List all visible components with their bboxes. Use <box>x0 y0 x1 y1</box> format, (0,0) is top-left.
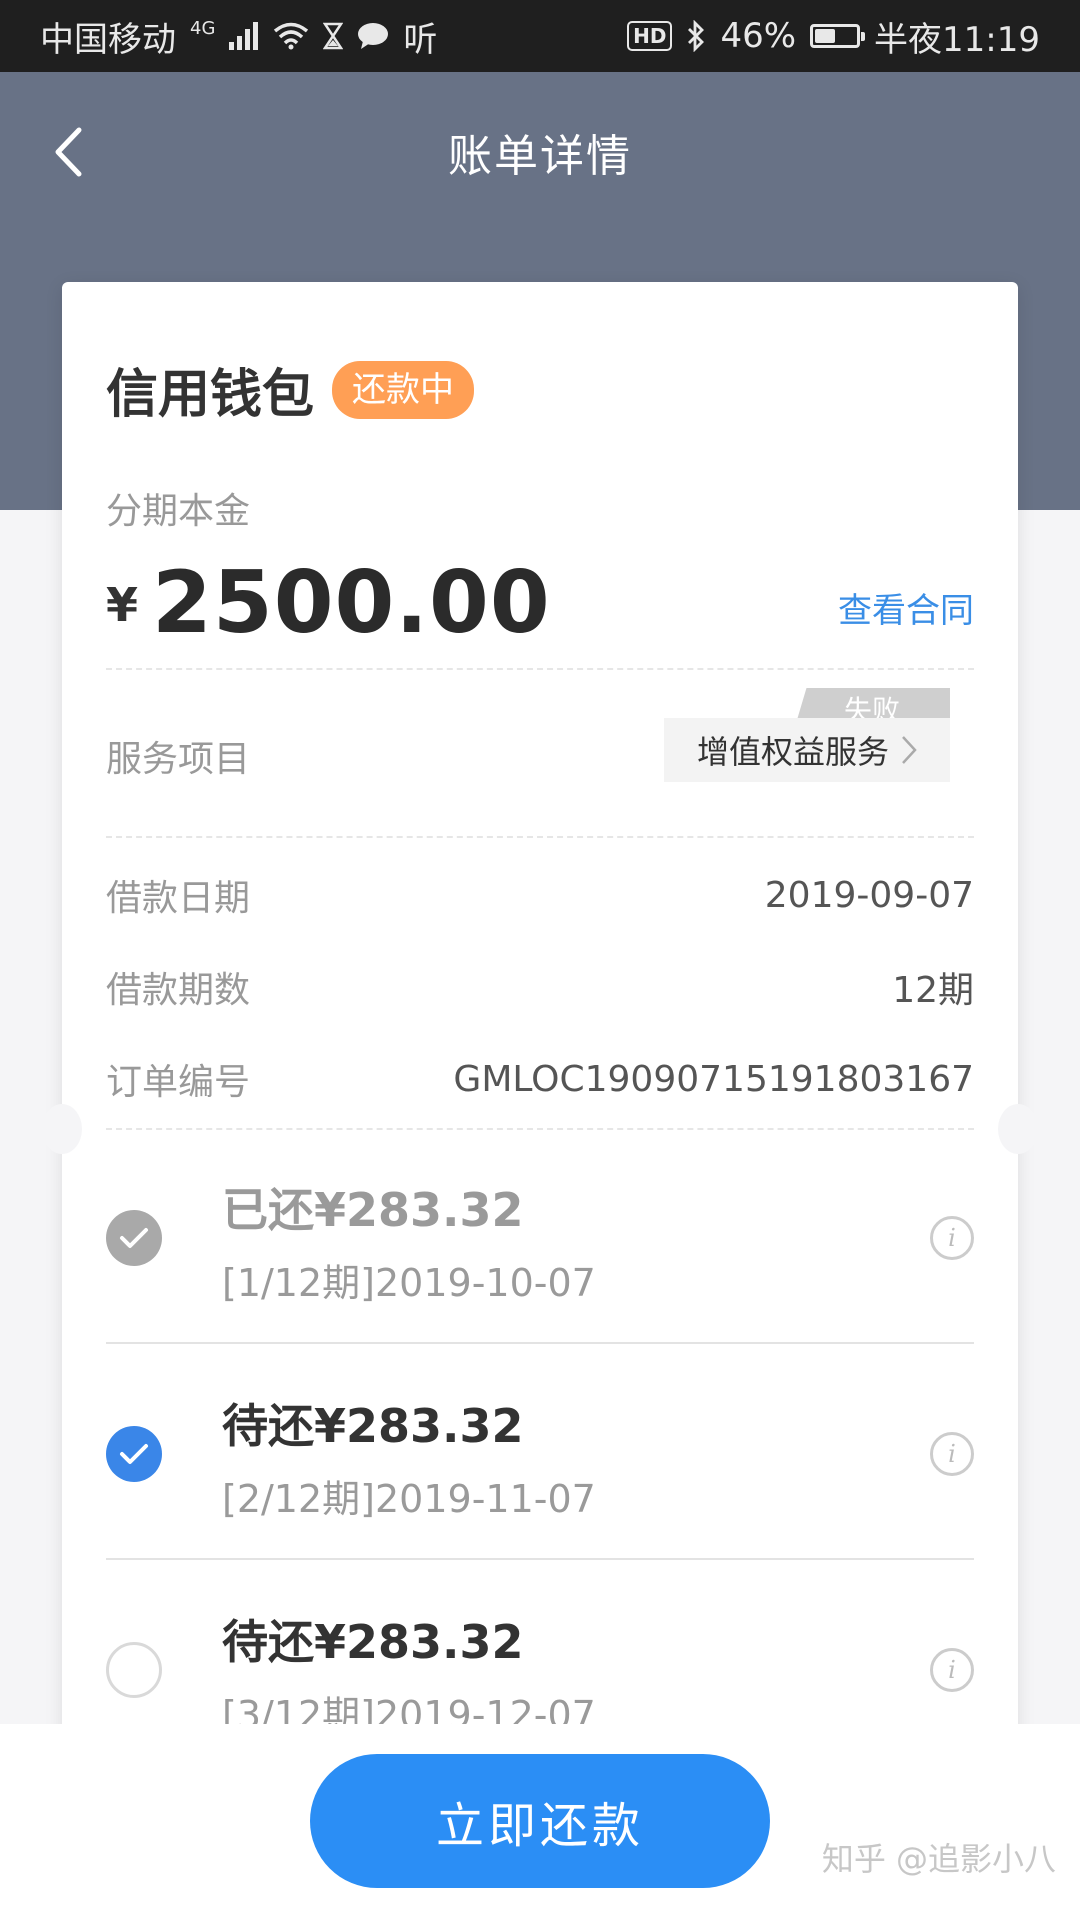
battery-fill <box>815 29 836 43</box>
battery-percent: 46% <box>720 16 797 56</box>
installment-title: 待还¥283.32 <box>222 1399 524 1453</box>
hourglass-icon <box>323 22 344 50</box>
info-label: 借款期数 <box>106 970 251 1011</box>
bottom-bar: 立即还款 知乎 @追影小八 <box>0 1724 1080 1920</box>
watermark: 知乎 @追影小八 <box>821 1840 1056 1878</box>
installment-divider <box>106 1558 974 1560</box>
installment-item[interactable]: 待还¥283.32 [2/12期]2019-11-07 i <box>106 1346 974 1560</box>
signal-icon <box>229 22 259 50</box>
info-value: 2019-09-07 <box>764 874 974 916</box>
status-right: HD 46% 半夜11:19 <box>627 12 1040 61</box>
principal-amount: 2500.00 <box>152 553 551 653</box>
info-icon[interactable]: i <box>930 1216 974 1260</box>
amount-wrap: ¥ 2500.00 <box>106 560 551 646</box>
installment-divider <box>106 1342 974 1344</box>
info-value: 12期 <box>892 970 974 1011</box>
service-item-label: 增值权益服务 <box>696 733 889 771</box>
card-notch-left <box>42 1104 82 1154</box>
info-value: GMLOC19090715191803167 <box>453 1058 974 1100</box>
installment-subtitle: [1/12期]2019-10-07 <box>222 1261 596 1305</box>
status-left: 中国移动 4G 听 <box>40 12 437 61</box>
card-notch-right <box>998 1104 1038 1154</box>
check-icon[interactable] <box>106 1426 162 1482</box>
installment-subtitle: [2/12期]2019-11-07 <box>222 1477 596 1521</box>
listen-app-icon: 听 <box>403 19 438 60</box>
divider <box>106 836 974 838</box>
screen: 中国移动 4G 听 HD 46% 半夜11:19 账单详情 信用钱包 还款中 分… <box>0 0 1080 1920</box>
status-badge: 还款中 <box>332 360 475 419</box>
installment-title: 待还¥283.32 <box>222 1615 524 1669</box>
bluetooth-icon <box>688 20 705 52</box>
info-label: 订单编号 <box>106 1062 251 1103</box>
product-name: 信用钱包 <box>106 365 315 425</box>
service-item-button[interactable]: 增值权益服务 <box>664 718 950 782</box>
info-icon[interactable]: i <box>930 1432 974 1476</box>
amount-row: ¥ 2500.00 查看合同 <box>106 560 974 646</box>
pay-now-button[interactable]: 立即还款 <box>310 1754 770 1888</box>
installment-title: 已还¥283.32 <box>222 1183 524 1237</box>
check-icon[interactable] <box>106 1210 162 1266</box>
service-label: 服务项目 <box>106 739 251 780</box>
battery-icon <box>810 24 866 48</box>
info-label: 借款日期 <box>106 878 251 919</box>
product-row: 信用钱包 还款中 <box>106 352 475 427</box>
status-bar: 中国移动 4G 听 HD 46% 半夜11:19 <box>0 0 1080 72</box>
back-arrow-icon <box>55 127 82 177</box>
installment-item[interactable]: 已还¥283.32 [1/12期]2019-10-07 i <box>106 1130 974 1344</box>
info-row-order-number: 订单编号 GMLOC19090715191803167 <box>106 1054 974 1104</box>
chevron-right-icon <box>902 736 917 764</box>
info-icon[interactable]: i <box>930 1648 974 1692</box>
view-contract-link[interactable]: 查看合同 <box>838 583 974 632</box>
carrier-name: 中国移动 <box>40 19 176 60</box>
wifi-icon <box>274 22 309 50</box>
clock: 半夜11:19 <box>874 19 1040 60</box>
back-button[interactable] <box>38 122 98 182</box>
network-type: 4G <box>190 17 216 39</box>
divider <box>106 668 974 670</box>
chat-bubble-icon <box>358 23 389 49</box>
info-row-loan-periods: 借款期数 12期 <box>106 962 974 1012</box>
bill-card: 信用钱包 还款中 分期本金 ¥ 2500.00 查看合同 服务项目 失败 增值权… <box>42 282 1038 1772</box>
principal-label: 分期本金 <box>106 491 251 532</box>
radio-circle-icon[interactable] <box>106 1642 162 1698</box>
info-row-loan-date: 借款日期 2019-09-07 <box>106 870 974 920</box>
currency-symbol: ¥ <box>106 578 139 632</box>
navbar: 账单详情 <box>0 72 1080 232</box>
page-title: 账单详情 <box>448 131 632 182</box>
hd-icon: HD <box>627 21 673 51</box>
